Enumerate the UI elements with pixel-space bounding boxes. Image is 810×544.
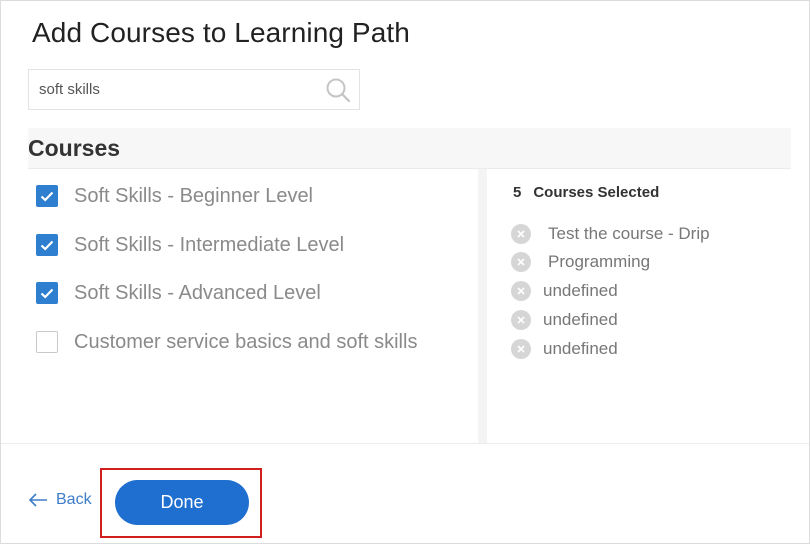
selected-item: undefined bbox=[511, 338, 618, 360]
panel-divider bbox=[478, 169, 487, 443]
footer-divider bbox=[1, 443, 809, 444]
courses-section-header: Courses bbox=[28, 128, 791, 169]
remove-icon[interactable] bbox=[511, 339, 531, 359]
checkbox-checked[interactable] bbox=[36, 282, 58, 304]
selected-item: undefined bbox=[511, 280, 618, 302]
selected-label: Courses Selected bbox=[533, 184, 660, 201]
checkbox-unchecked[interactable] bbox=[36, 331, 58, 353]
search-icon bbox=[326, 78, 351, 102]
course-item-customer-service[interactable]: Customer service basics and soft skills bbox=[36, 327, 417, 357]
back-label: Back bbox=[56, 491, 92, 508]
selected-item-label: Programming bbox=[548, 252, 651, 271]
search-input[interactable] bbox=[39, 70, 309, 109]
remove-icon[interactable] bbox=[511, 252, 531, 272]
course-item-advanced[interactable]: Soft Skills - Advanced Level bbox=[36, 278, 321, 308]
course-label: Customer service basics and soft skills bbox=[74, 330, 418, 353]
selected-item: Programming bbox=[511, 251, 650, 273]
page-title: Add Courses to Learning Path bbox=[32, 17, 410, 48]
courses-heading: Courses bbox=[28, 135, 121, 161]
search-button[interactable] bbox=[317, 70, 359, 109]
selected-item-label: undefined bbox=[543, 339, 618, 358]
course-label: Soft Skills - Beginner Level bbox=[74, 184, 314, 207]
remove-icon[interactable] bbox=[511, 224, 531, 244]
back-button[interactable]: Back bbox=[28, 491, 92, 509]
search-box bbox=[28, 69, 360, 110]
checkbox-checked[interactable] bbox=[36, 234, 58, 256]
course-item-intermediate[interactable]: Soft Skills - Intermediate Level bbox=[36, 230, 344, 260]
remove-icon[interactable] bbox=[511, 310, 531, 330]
checkbox-checked[interactable] bbox=[36, 185, 58, 207]
remove-icon[interactable] bbox=[511, 281, 531, 301]
course-label: Soft Skills - Intermediate Level bbox=[74, 233, 345, 256]
selected-courses-panel: 5 Courses Selected Test the course - Drip… bbox=[487, 169, 791, 443]
selected-count-header: 5 Courses Selected bbox=[513, 184, 659, 201]
dialog: Add Courses to Learning Path Courses Sof… bbox=[0, 0, 810, 544]
checkmark-icon bbox=[40, 240, 54, 251]
course-label: Soft Skills - Advanced Level bbox=[74, 281, 321, 304]
selected-item-label: undefined bbox=[543, 281, 618, 300]
selected-count: 5 bbox=[513, 184, 522, 201]
checkmark-icon bbox=[40, 288, 54, 299]
selected-item-label: Test the course - Drip bbox=[548, 224, 710, 243]
selected-item-label: undefined bbox=[543, 310, 618, 329]
selected-item: Test the course - Drip bbox=[511, 223, 710, 245]
done-button[interactable]: Done bbox=[115, 480, 249, 525]
selected-item: undefined bbox=[511, 309, 618, 331]
course-list: Soft Skills - Beginner Level Soft Skills… bbox=[28, 169, 478, 443]
arrow-left-icon bbox=[28, 493, 47, 507]
course-item-beginner[interactable]: Soft Skills - Beginner Level bbox=[36, 181, 313, 211]
checkmark-icon bbox=[40, 191, 54, 202]
